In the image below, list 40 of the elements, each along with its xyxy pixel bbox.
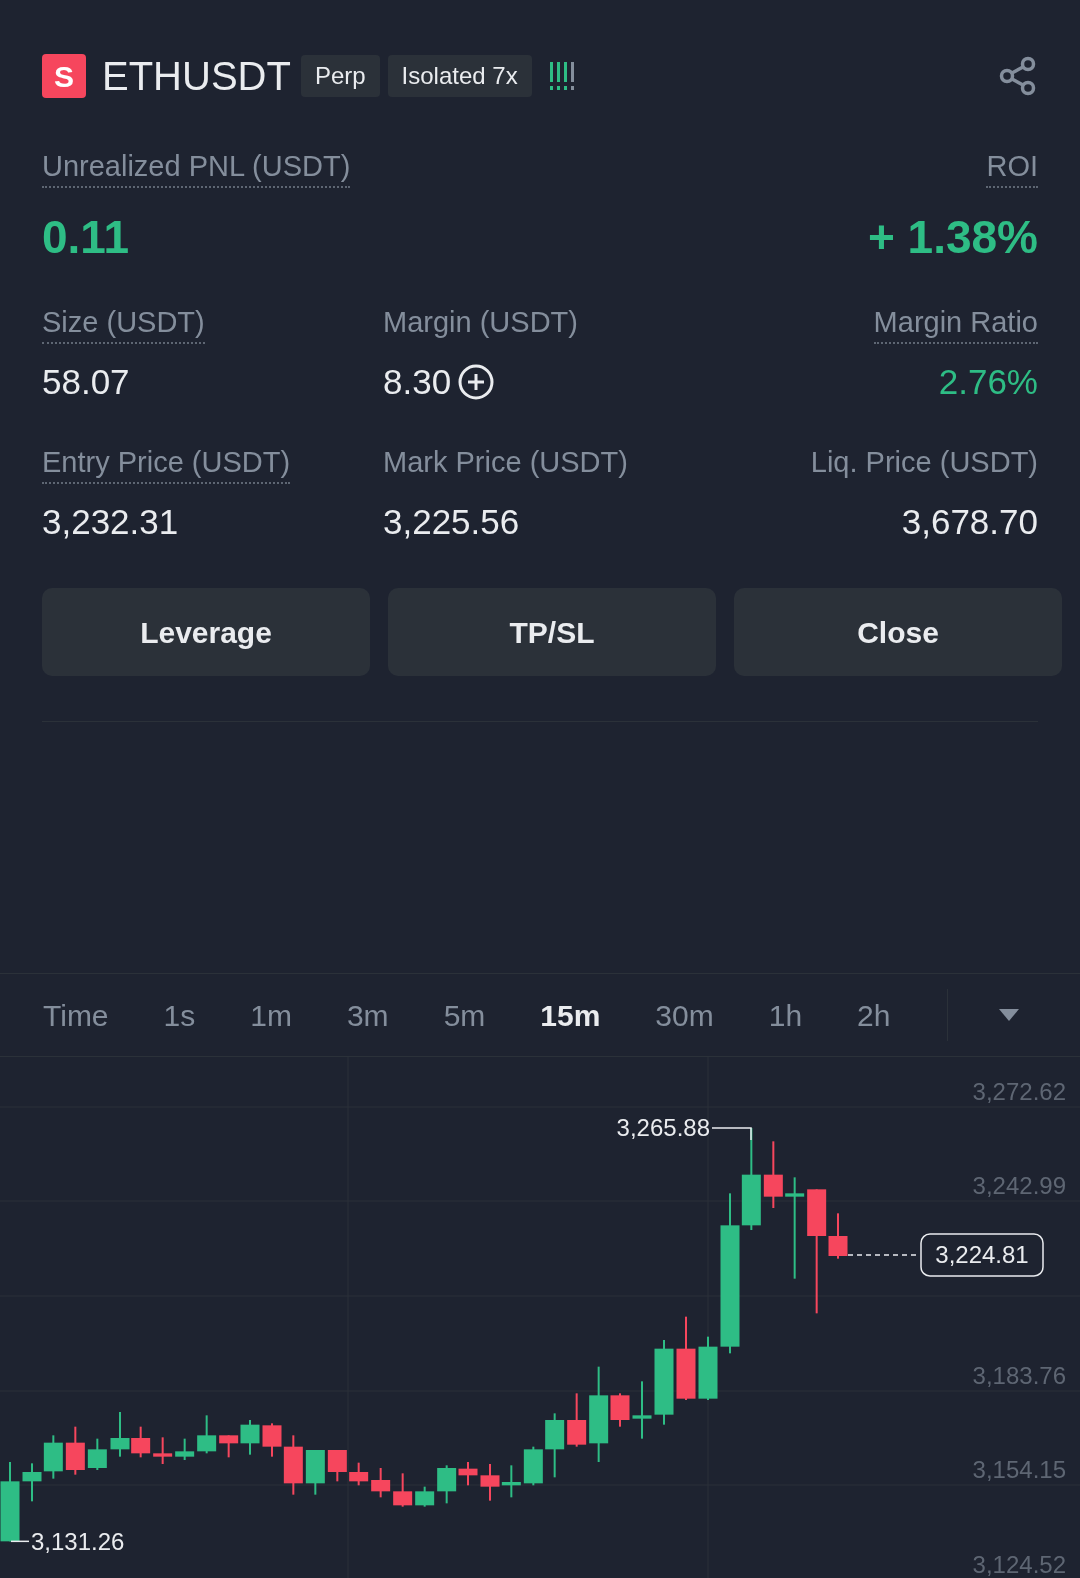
interval-tab[interactable]: 1s [163,992,196,1038]
field-label: Mark Price (USDT) [383,445,628,480]
interval-tab[interactable]: 3m [346,992,389,1038]
field-value: 3,225.56 [383,501,520,543]
field-label: Entry Price (USDT) [42,442,291,484]
interval-tab[interactable]: 5m [443,992,486,1038]
field-value: 8.30 [383,361,452,403]
low-price-label: 3,131.26 [31,1528,125,1556]
field-label: Margin Ratio [873,302,1038,344]
symbol-title: ETHUSDT [102,53,291,99]
axis-label: 3,154.15 [972,1456,1066,1483]
interval-tab[interactable]: Time [43,992,109,1038]
axis-label: 3,183.76 [972,1362,1066,1389]
position-tag: Perp [300,55,380,97]
pnl-value: + 1.38% [867,210,1038,265]
axis-label: 3,272.62 [972,1078,1066,1105]
action-button[interactable]: TP/SL [388,588,716,676]
field-label: Unrealized PNL (USDT) [42,146,351,188]
token-badge: S [42,54,86,98]
field-value: 58.07 [42,361,130,403]
interval-tab[interactable]: 1h [768,992,803,1038]
pnl-value: 0.11 [42,210,129,265]
interval-tab[interactable]: 15m [540,992,601,1038]
interval-tab[interactable]: 2h [857,992,891,1038]
interval-tab[interactable]: 30m [655,992,714,1038]
axis-label: 3,124.52 [972,1551,1066,1578]
action-button[interactable]: Leverage [42,588,370,676]
field-value: 3,232.31 [42,501,179,543]
axis-label: 3,242.99 [972,1172,1066,1199]
last-price-tag: 3,224.81 [920,1233,1044,1277]
field-label: Margin (USDT) [383,305,578,340]
field-value: 2.76% [938,361,1038,403]
field-label: Liq. Price (USDT) [810,445,1038,480]
field-value: 3,678.70 [901,501,1038,543]
position-tag: Isolated 7x [387,55,532,97]
field-label: Size (USDT) [42,302,205,344]
field-label: ROI [986,146,1038,188]
interval-tab[interactable]: 1m [250,992,292,1038]
action-button[interactable]: Close [734,588,1062,676]
high-price-label: 3,265.88 [616,1114,710,1141]
